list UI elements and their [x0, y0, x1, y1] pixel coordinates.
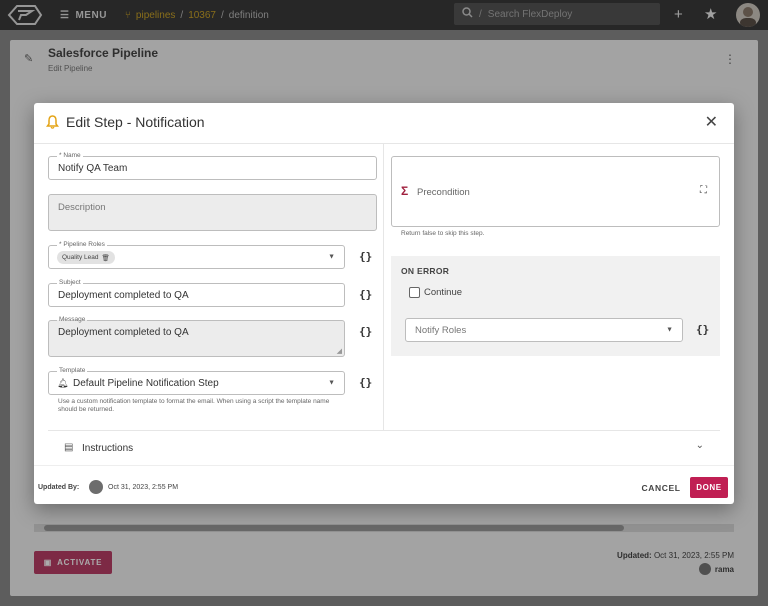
chevron-down-icon: ▼: [328, 253, 335, 261]
template-help-text: Use a custom notification template to fo…: [58, 398, 330, 413]
expression-braces-icon[interactable]: {}: [359, 376, 372, 389]
description-field[interactable]: Description: [48, 194, 377, 231]
dialog-title: Edit Step - Notification: [66, 114, 205, 130]
instructions-panel[interactable]: ▤ Instructions ⌄: [48, 430, 720, 464]
message-value: Deployment completed to QA: [58, 327, 189, 338]
column-divider: [383, 144, 384, 430]
chevron-down-icon[interactable]: ⌄: [696, 440, 704, 451]
chevron-down-icon: ▼: [328, 379, 335, 387]
role-chip[interactable]: Quality Lead 🗑: [57, 251, 115, 264]
continue-checkbox[interactable]: [409, 287, 420, 298]
on-error-section: ON ERROR Continue Notify Roles ▼ {}: [391, 256, 720, 356]
pipeline-roles-select[interactable]: * Pipeline Roles Quality Lead 🗑 ▼: [48, 241, 345, 269]
expression-braces-icon[interactable]: {}: [359, 325, 372, 338]
on-error-title: ON ERROR: [401, 266, 450, 276]
message-field[interactable]: Message Deployment completed to QA ◢: [48, 316, 345, 357]
close-icon[interactable]: ✕: [705, 112, 718, 132]
name-value: Notify QA Team: [58, 163, 128, 174]
resize-handle-icon[interactable]: ◢: [337, 347, 342, 355]
notify-roles-select[interactable]: Notify Roles ▼: [405, 318, 683, 342]
continue-label: Continue: [424, 287, 463, 298]
name-label: * Name: [57, 152, 83, 160]
pipeline-roles-label: * Pipeline Roles: [57, 241, 107, 249]
done-button[interactable]: DONE: [690, 477, 728, 498]
updated-by-date: Oct 31, 2023, 2:55 PM: [108, 484, 179, 491]
template-label: Template: [57, 367, 88, 375]
bell-icon: 🔔︎: [57, 378, 69, 388]
template-value: Default Pipeline Notification Step: [73, 378, 219, 389]
expression-braces-icon[interactable]: {}: [696, 323, 709, 336]
precondition-help-text: Return false to skip this step.: [401, 230, 485, 237]
notes-icon: ▤: [64, 442, 74, 453]
sigma-icon: Σ: [401, 184, 409, 198]
updated-by-label: Updated By:: [38, 484, 80, 491]
name-field[interactable]: * Name Notify QA Team: [48, 152, 377, 180]
expand-icon[interactable]: ⛶: [700, 185, 707, 196]
bell-icon: [46, 115, 59, 132]
avatar: [89, 480, 103, 494]
divider: [34, 143, 734, 144]
chevron-down-icon: ▼: [666, 326, 673, 334]
delete-icon[interactable]: 🗑: [102, 254, 110, 262]
subject-value: Deployment completed to QA: [58, 290, 189, 301]
subject-label: Subject: [57, 279, 83, 287]
instructions-label: Instructions: [82, 443, 134, 454]
message-label: Message: [57, 316, 88, 324]
subject-field[interactable]: Subject Deployment completed to QA: [48, 279, 345, 307]
description-placeholder: Description: [58, 202, 106, 213]
precondition-label: Precondition: [417, 187, 470, 198]
divider: [34, 465, 734, 466]
expression-braces-icon[interactable]: {}: [359, 288, 372, 301]
precondition-editor[interactable]: Σ Precondition ⛶: [391, 156, 720, 227]
edit-step-dialog: Edit Step - Notification ✕ * Name Notify…: [34, 103, 734, 504]
cancel-button[interactable]: CANCEL: [639, 479, 683, 497]
role-chip-label: Quality Lead: [62, 254, 99, 261]
template-select[interactable]: Template 🔔︎ Default Pipeline Notificatio…: [48, 367, 345, 395]
expression-braces-icon[interactable]: {}: [359, 250, 372, 263]
notify-roles-placeholder: Notify Roles: [415, 325, 467, 336]
